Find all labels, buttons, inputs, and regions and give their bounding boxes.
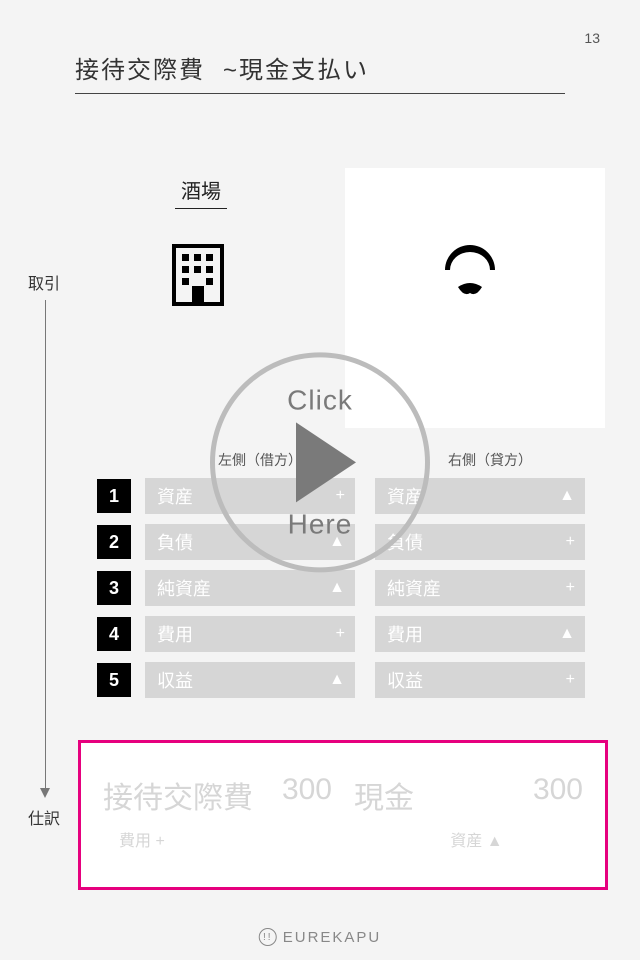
play-icon xyxy=(296,422,356,502)
row-number: 1 xyxy=(97,479,131,513)
row-number: 5 xyxy=(97,663,131,697)
cell-mark-icon: ▲ xyxy=(329,579,345,597)
row-number: 4 xyxy=(97,617,131,651)
brand-logo-icon: !! xyxy=(259,928,277,946)
journal-entry-box: 接待交際費 300 費用 + 現金 300 資産 ▲ xyxy=(78,740,608,890)
row-number: 2 xyxy=(97,525,131,559)
credit-cell: 収益 + xyxy=(375,662,585,698)
cell-mark-icon: + xyxy=(566,579,575,597)
flow-arrow-head-icon xyxy=(40,788,50,798)
journal-credit-name: 現金 xyxy=(354,773,414,817)
cell-mark-icon: + xyxy=(566,671,575,689)
brand-text: EUREKAPU xyxy=(283,929,382,946)
credit-cell: 純資産 + xyxy=(375,570,585,606)
cell-mark-icon: ▲ xyxy=(559,487,575,505)
flow-arrow-line xyxy=(45,300,46,790)
side-label-shiwake: 仕訳 xyxy=(28,805,60,829)
table-row: 5 収益 ▲ 収益 + xyxy=(97,662,605,698)
cell-mark-icon: + xyxy=(566,533,575,551)
footer-brand: !! EUREKAPU xyxy=(259,928,382,946)
debit-cell: 純資産 ▲ xyxy=(145,570,355,606)
row-number: 3 xyxy=(97,571,131,605)
journal-debit: 接待交際費 300 費用 + xyxy=(103,773,332,851)
play-label-top: Click xyxy=(287,384,353,416)
table-row: 4 費用 + 費用 ▲ xyxy=(97,616,605,652)
cell-mark-icon: + xyxy=(336,625,345,643)
journal-credit-amount: 300 xyxy=(533,773,583,817)
debit-cell: 収益 ▲ xyxy=(145,662,355,698)
cell-mark-icon: ▲ xyxy=(329,671,345,689)
cell-label: 資産 xyxy=(157,483,193,509)
debit-cell: 費用 + xyxy=(145,616,355,652)
side-label-torihiki: 取引 xyxy=(28,270,60,294)
building-icon xyxy=(168,240,228,310)
journal-debit-amount: 300 xyxy=(282,773,332,817)
credit-cell: 費用 ▲ xyxy=(375,616,585,652)
journal-credit: 現金 300 資産 ▲ xyxy=(354,773,583,851)
title-sub: ~現金支払い xyxy=(223,50,369,85)
person-face-icon xyxy=(430,235,510,315)
title-main: 接待交際費 xyxy=(75,50,205,85)
journal-debit-sub: 費用 + xyxy=(119,827,332,851)
cell-label: 収益 xyxy=(387,667,423,693)
cell-label: 純資産 xyxy=(387,575,441,601)
page-title: 接待交際費 ~現金支払い xyxy=(75,50,565,94)
cell-label: 費用 xyxy=(157,621,193,647)
play-button[interactable]: Click Here xyxy=(210,352,430,572)
journal-debit-name: 接待交際費 xyxy=(103,773,253,817)
table-row: 3 純資産 ▲ 純資産 + xyxy=(97,570,605,606)
cell-mark-icon: ▲ xyxy=(559,625,575,643)
page-number: 13 xyxy=(584,30,600,46)
cell-label: 費用 xyxy=(387,621,423,647)
cell-label: 負債 xyxy=(157,529,193,555)
cell-label: 純資産 xyxy=(157,575,211,601)
cell-label: 収益 xyxy=(157,667,193,693)
play-label-bottom: Here xyxy=(288,508,353,540)
party-label-left: 酒場 xyxy=(175,175,227,209)
journal-credit-sub: 資産 ▲ xyxy=(370,827,583,851)
